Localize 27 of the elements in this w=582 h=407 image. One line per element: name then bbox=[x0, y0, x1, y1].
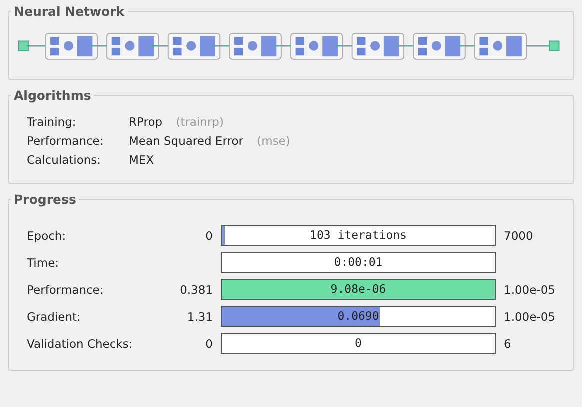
row-label: Epoch: bbox=[27, 228, 68, 242]
end-value: 1.00e-05 bbox=[504, 282, 556, 296]
start-value: 0 bbox=[206, 228, 213, 242]
field-note: (mse) bbox=[257, 134, 290, 148]
bar-text: 0.0690 bbox=[336, 308, 380, 325]
start-value: 0.381 bbox=[180, 282, 213, 296]
field-label: Calculations: bbox=[27, 153, 102, 167]
start-value: 1.31 bbox=[187, 310, 213, 324]
bar-text: 103 iterations bbox=[309, 227, 408, 244]
end-value: 7000 bbox=[504, 228, 534, 242]
bar-text: 9.08e-06 bbox=[330, 281, 388, 298]
row-label: Validation Checks: bbox=[27, 336, 134, 350]
section-title: Neural Network bbox=[13, 4, 126, 19]
field-note: (trainrp) bbox=[176, 115, 224, 129]
field-value: Mean Squared Error bbox=[129, 134, 244, 148]
field-value: MEX bbox=[129, 153, 154, 167]
end-value: 6 bbox=[504, 336, 512, 350]
section-title: Progress bbox=[13, 192, 78, 207]
field-value: RProp bbox=[129, 115, 163, 129]
row-label: Performance: bbox=[27, 282, 105, 296]
section-title: Algorithms bbox=[13, 88, 92, 103]
field-label: Training: bbox=[27, 115, 78, 129]
row-label: Time: bbox=[27, 256, 60, 270]
end-value: 1.00e-05 bbox=[504, 310, 556, 324]
row-label: Gradient: bbox=[27, 310, 82, 324]
start-value: 0 bbox=[206, 336, 213, 350]
field-label: Performance: bbox=[27, 134, 105, 148]
